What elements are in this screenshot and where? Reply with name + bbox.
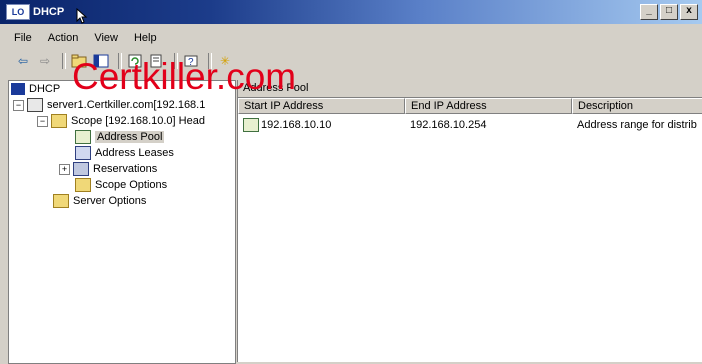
tree-item-scope[interactable]: − Scope [192.168.10.0] Head — [37, 113, 205, 129]
tree-item-address-pool[interactable]: Address Pool — [75, 129, 165, 145]
window-title: LO DHCP — [6, 4, 64, 20]
back-arrow-icon[interactable]: ⇦ — [14, 53, 32, 69]
minimize-button[interactable]: _ — [640, 4, 658, 20]
maximize-button[interactable]: □ — [660, 4, 678, 20]
watermark-text: Certkiller.com — [72, 56, 297, 97]
tree-item-scope-options[interactable]: Scope Options — [75, 177, 167, 193]
address-pool-icon — [75, 130, 91, 144]
console-tree: DHCP − server1.Certkiller.com[192.168.1 … — [8, 80, 236, 364]
server-icon — [27, 98, 43, 112]
close-button[interactable]: x — [680, 4, 698, 20]
cell-description: Address range for distrib — [577, 119, 697, 131]
toolbar-separator — [62, 53, 66, 69]
tree-item-dhcp[interactable]: DHCP — [11, 81, 60, 97]
window-title-text: DHCP — [33, 6, 65, 18]
cell-start-ip-text: 192.168.10.10 — [261, 119, 332, 131]
tree-item-address-leases[interactable]: Address Leases — [75, 145, 174, 161]
tree-item-label: DHCP — [29, 83, 61, 95]
title-bar: LO DHCP _ □ x — [0, 0, 702, 24]
column-description[interactable]: Description — [572, 98, 702, 114]
address-range-icon — [243, 118, 259, 132]
details-pane: Address Pool Start IP Address End IP Add… — [237, 80, 702, 362]
tree-item-label: Address Pool — [95, 131, 165, 143]
menu-file[interactable]: File — [0, 32, 40, 44]
menu-view[interactable]: View — [86, 32, 126, 44]
tree-item-server-options[interactable]: Server Options — [53, 193, 146, 209]
tree-item-server[interactable]: − server1.Certkiller.com[192.168.1 — [13, 97, 205, 113]
reservations-icon — [73, 162, 89, 176]
dhcp-app-icon: LO — [6, 4, 30, 20]
cell-end-ip: 192.168.10.254 — [410, 119, 487, 131]
mouse-pointer-icon — [76, 8, 88, 24]
menu-bar: File Action View Help — [0, 28, 702, 48]
column-start-ip[interactable]: Start IP Address — [238, 98, 405, 114]
table-row[interactable]: 192.168.10.10 192.168.10.254 Address ran… — [238, 117, 702, 133]
folder-icon — [51, 114, 67, 128]
tree-item-label: Server Options — [73, 195, 147, 207]
column-headers: Start IP Address End IP Address Descript… — [238, 98, 702, 114]
cell-start-ip: 192.168.10.10 — [238, 117, 405, 133]
menu-action[interactable]: Action — [40, 32, 87, 44]
tree-item-label: Scope [192.168.10.0] Head — [71, 115, 205, 127]
address-leases-icon — [75, 146, 91, 160]
details-title: Address Pool — [238, 80, 702, 98]
tree-item-label: Reservations — [93, 163, 158, 175]
menu-help[interactable]: Help — [126, 32, 165, 44]
dhcp-root-icon — [11, 83, 25, 95]
tree-item-label: Scope Options — [95, 179, 168, 191]
expand-icon[interactable]: + — [59, 163, 70, 175]
collapse-icon[interactable]: − — [13, 99, 24, 111]
column-end-ip[interactable]: End IP Address — [405, 98, 572, 114]
server-options-icon — [53, 194, 69, 208]
forward-arrow-icon[interactable]: ⇨ — [36, 53, 54, 69]
tree-item-label: server1.Certkiller.com[192.168.1 — [47, 99, 206, 111]
collapse-icon[interactable]: − — [37, 115, 48, 127]
tree-item-reservations[interactable]: + Reservations — [59, 161, 157, 177]
scope-options-icon — [75, 178, 91, 192]
tree-item-label: Address Leases — [95, 147, 174, 159]
